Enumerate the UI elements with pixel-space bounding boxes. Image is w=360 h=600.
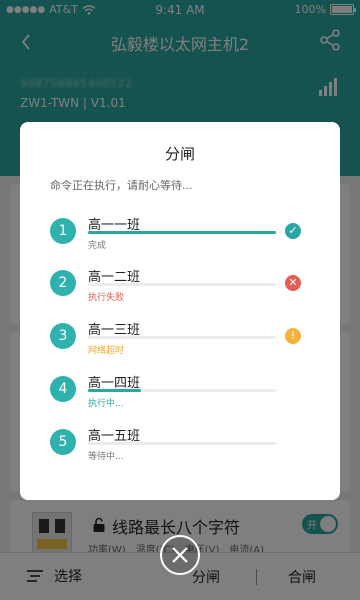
check-icon: ✓ bbox=[285, 223, 301, 239]
close-dialog-button[interactable] bbox=[160, 535, 200, 575]
dialog-title: 分闸 bbox=[164, 145, 195, 163]
task-number: 4 bbox=[50, 376, 76, 402]
task-number: 2 bbox=[50, 270, 76, 296]
task-status: 执行失败 bbox=[88, 293, 125, 303]
task-progress-fill bbox=[88, 389, 141, 392]
task-number: 5 bbox=[50, 429, 76, 455]
operation-progress-dialog: 分闸 命令正在执行，请耐心等待... 1 高一一班 完成 ✓ 2 高一二班 执行… bbox=[20, 122, 340, 500]
task-row: 1 高一一班 完成 ✓ bbox=[50, 218, 305, 270]
task-progress-fill bbox=[88, 231, 276, 234]
task-status: 网络超时 bbox=[88, 346, 125, 356]
dialog-subtitle: 命令正在执行，请耐心等待... bbox=[50, 179, 193, 192]
task-number: 1 bbox=[50, 218, 76, 244]
task-number: 3 bbox=[50, 323, 76, 349]
error-icon: ✕ bbox=[285, 275, 301, 291]
task-progress-track bbox=[88, 389, 276, 392]
task-progress-track bbox=[88, 231, 276, 234]
task-progress-track bbox=[88, 336, 276, 339]
task-row: 4 高一四班 执行中... bbox=[50, 376, 305, 428]
task-row: 5 高一五班 等待中... bbox=[50, 429, 305, 481]
task-progress-track bbox=[88, 442, 276, 445]
close-icon bbox=[172, 547, 188, 563]
warning-icon: ! bbox=[285, 328, 301, 344]
task-row: 3 高一三班 网络超时 ! bbox=[50, 323, 305, 375]
task-status: 等待中... bbox=[88, 452, 124, 462]
task-status: 完成 bbox=[88, 241, 107, 251]
task-row: 2 高一二班 执行失败 ✕ bbox=[50, 270, 305, 322]
task-status: 执行中... bbox=[88, 399, 124, 409]
task-progress-track bbox=[88, 283, 276, 286]
